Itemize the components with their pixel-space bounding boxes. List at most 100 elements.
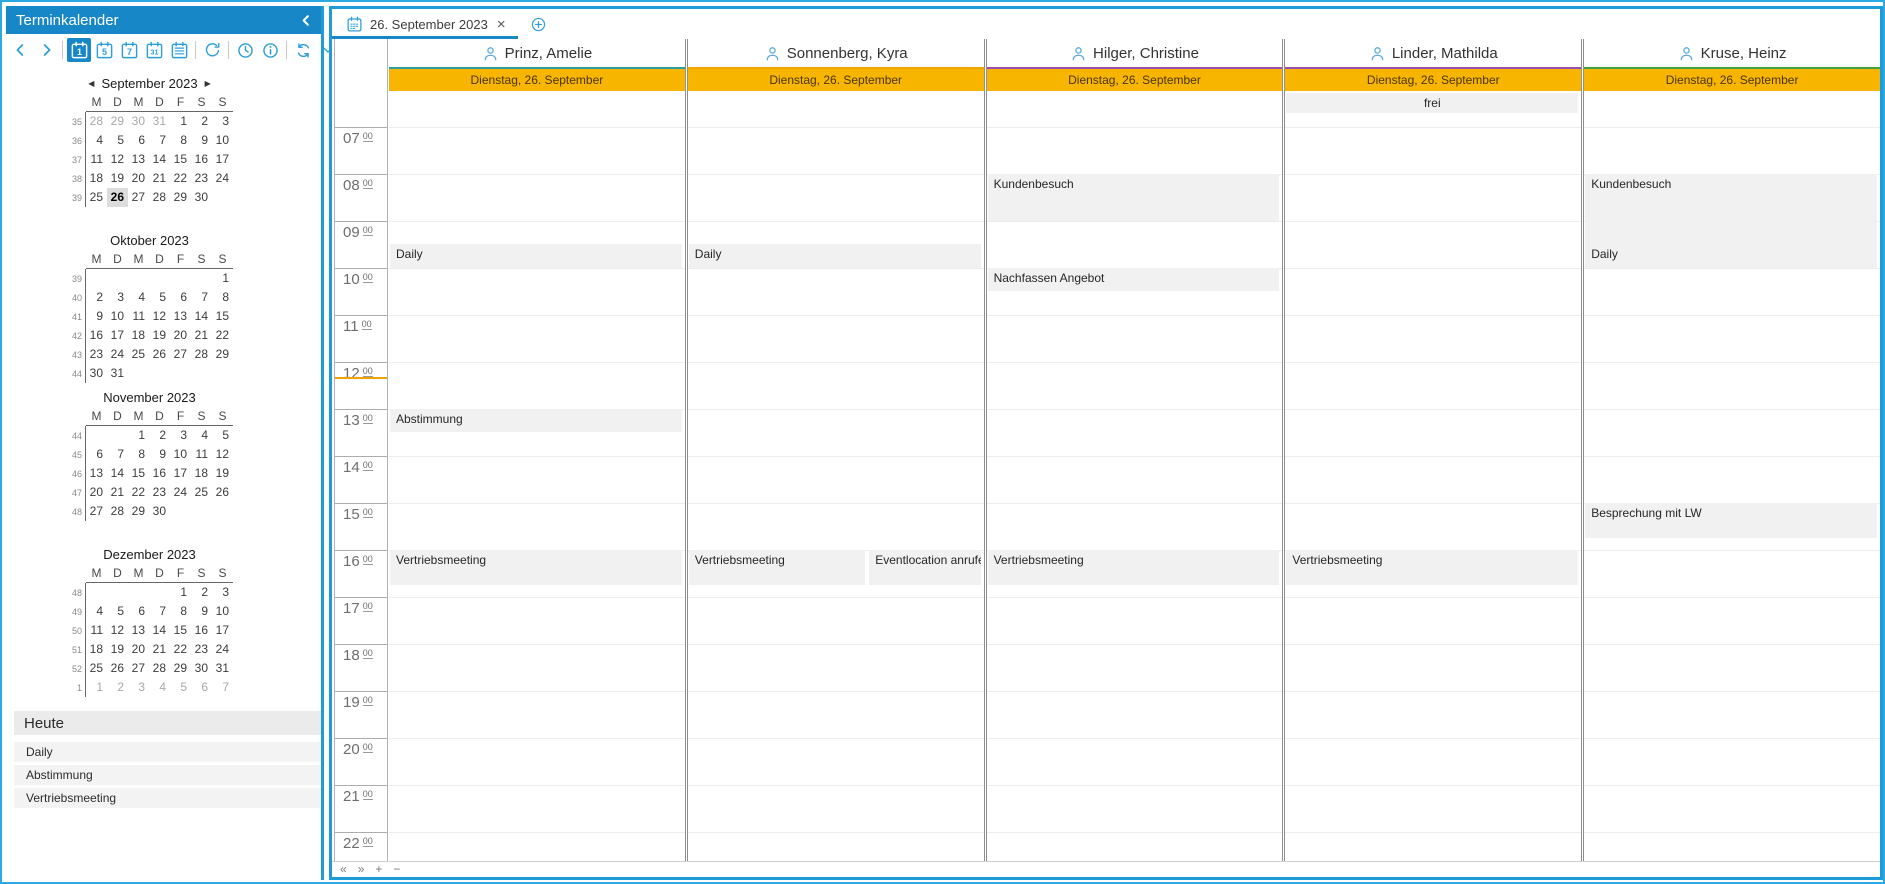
mini-day[interactable]: 7 [149,602,170,621]
mini-day[interactable]: 23 [191,640,212,659]
mini-day[interactable]: 1 [212,269,233,288]
mini-day[interactable]: 6 [128,602,149,621]
mini-day[interactable]: 15 [212,307,233,326]
mini-day[interactable]: 15 [128,464,149,483]
mini-day[interactable]: 13 [128,150,149,169]
event-besprechung-mit-lw[interactable]: Besprechung mit LW [1585,502,1877,538]
mini-day[interactable]: 26 [212,483,233,502]
event-daily[interactable]: Daily [688,244,981,268]
mini-day[interactable]: 13 [170,307,191,326]
mini-day[interactable]: 1 [170,112,191,131]
mini-day[interactable]: 19 [149,326,170,345]
mini-day[interactable]: 28 [149,659,170,678]
event-daily[interactable]: Daily [1585,244,1877,268]
mini-day[interactable]: 6 [86,445,107,464]
mini-day[interactable]: 31 [149,112,170,131]
mini-day[interactable]: 4 [86,602,107,621]
column-grid-hilger-christine[interactable]: Kundenbesuch Nachfassen Angebot Vertriebsm… [986,91,1283,861]
mini-day[interactable]: 5 [212,426,233,445]
mini-day[interactable]: 15 [170,150,191,169]
mini-day[interactable]: 25 [86,659,107,678]
mini-day[interactable]: 23 [149,483,170,502]
mini-day[interactable]: 24 [170,483,191,502]
mini-day[interactable]: 28 [191,345,212,364]
chevron-right-icon[interactable] [34,38,58,62]
mini-day[interactable]: 14 [191,307,212,326]
mini-day[interactable]: 22 [170,169,191,188]
mini-day[interactable]: 20 [170,326,191,345]
mini-day[interactable]: 5 [149,288,170,307]
mini-day[interactable]: 18 [191,464,212,483]
mini-day[interactable]: 2 [191,583,212,602]
event-vertriebsmeeting[interactable]: Vertriebsmeeting [688,549,866,585]
mini-day[interactable]: 16 [191,621,212,640]
mini-day[interactable]: 3 [212,583,233,602]
mini-day[interactable]: 16 [191,150,212,169]
mini-day[interactable]: 31 [107,364,128,383]
mini-day[interactable]: 1 [86,678,107,697]
calendar-1-view-icon[interactable]: 1 [67,38,91,62]
agenda-list-icon[interactable] [167,38,191,62]
column-header-kruse-heinz[interactable]: Kruse, Heinz [1584,39,1880,69]
page-first-icon[interactable]: « [340,863,347,876]
mini-day[interactable]: 10 [212,602,233,621]
mini-day[interactable]: 10 [107,307,128,326]
today-list-item-vertriebsmeeting[interactable]: Vertriebsmeeting [14,788,321,808]
column-grid-kruse-heinz[interactable]: Kundenbesuch Daily Besprechung mit LW [1584,91,1880,861]
mini-day[interactable]: 4 [86,131,107,150]
tab-close-icon[interactable]: × [497,16,506,33]
mini-day[interactable]: 5 [107,131,128,150]
mini-day[interactable]: 4 [191,426,212,445]
mini-day[interactable]: 16 [86,326,107,345]
mini-day[interactable]: 17 [170,464,191,483]
mini-day[interactable]: 16 [149,464,170,483]
mini-day[interactable]: 9 [149,445,170,464]
event-vertriebsmeeting[interactable]: Vertriebsmeeting [1286,549,1579,585]
mini-day[interactable]: 29 [170,659,191,678]
mini-day[interactable]: 15 [170,621,191,640]
mini-day[interactable]: 5 [107,602,128,621]
mini-day[interactable]: 2 [191,112,212,131]
mini-day[interactable]: 8 [128,445,149,464]
mini-day[interactable]: 9 [86,307,107,326]
mini-day[interactable]: 20 [128,169,149,188]
mini-day[interactable]: 30 [128,112,149,131]
calendar-7-view-icon[interactable]: 7 [117,38,141,62]
calendar-31-view-icon[interactable]: 31 [142,38,166,62]
mini-day[interactable]: 22 [128,483,149,502]
mini-day[interactable]: 13 [86,464,107,483]
page-last-icon[interactable]: » [358,863,365,876]
mini-day[interactable]: 4 [128,288,149,307]
mini-next-month-icon[interactable]: ▶ [205,79,211,88]
event-vertriebsmeeting[interactable]: Vertriebsmeeting [390,549,682,585]
zoom-out-icon[interactable]: − [393,863,400,876]
mini-day[interactable]: 9 [191,131,212,150]
mini-day[interactable]: 30 [149,502,170,521]
chevron-left-icon[interactable] [9,38,33,62]
mini-day[interactable]: 4 [149,678,170,697]
mini-day[interactable]: 11 [128,307,149,326]
all-day-event-frei[interactable]: frei [1286,93,1579,113]
mini-day[interactable]: 19 [107,169,128,188]
mini-day[interactable]: 28 [107,502,128,521]
mini-day[interactable]: 22 [170,640,191,659]
mini-day[interactable]: 21 [149,169,170,188]
tab-day-view[interactable]: 26. September 2023 × [332,9,518,39]
mini-day[interactable]: 2 [107,678,128,697]
mini-day[interactable]: 3 [212,112,233,131]
event-daily[interactable]: Daily [390,244,682,268]
calendar-5-view-icon[interactable]: 5 [92,38,116,62]
mini-day[interactable]: 23 [191,169,212,188]
mini-day[interactable]: 28 [86,112,107,131]
mini-day[interactable]: 25 [86,188,107,207]
mini-day[interactable]: 2 [149,426,170,445]
column-header-linder-mathilda[interactable]: Linder, Mathilda [1285,39,1582,69]
mini-day[interactable]: 7 [149,131,170,150]
today-list-item-daily[interactable]: Daily [14,742,321,762]
event-kundenbesuch[interactable]: Kundenbesuch [987,173,1280,221]
mini-day[interactable]: 14 [107,464,128,483]
mini-day[interactable]: 24 [212,640,233,659]
mini-day-today[interactable]: 26 [107,188,128,207]
mini-day[interactable]: 3 [128,678,149,697]
mini-day[interactable]: 21 [191,326,212,345]
